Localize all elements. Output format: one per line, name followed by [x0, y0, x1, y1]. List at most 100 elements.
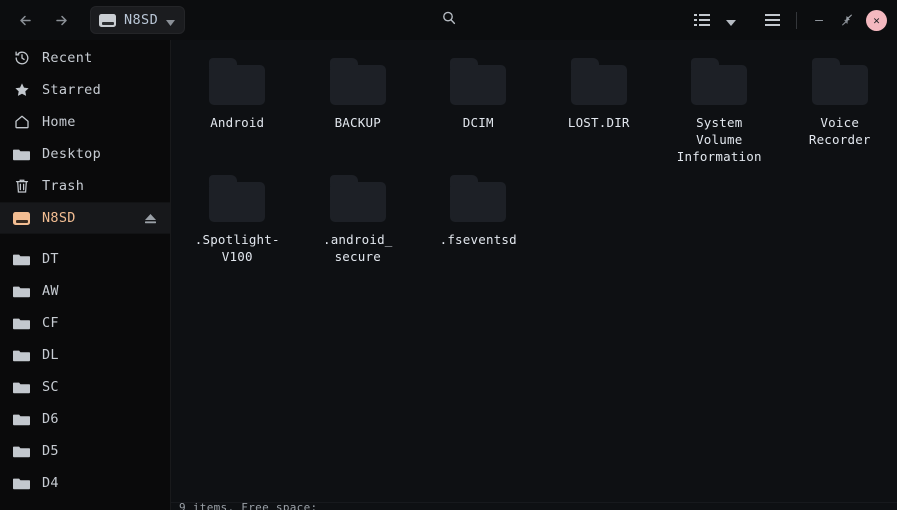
file-item[interactable]: BACKUP	[298, 54, 419, 165]
titlebar: N8SD – ✕	[0, 0, 897, 40]
toolbar-divider	[796, 11, 797, 29]
sidebar-item-d4[interactable]: D4	[0, 467, 170, 499]
sidebar-item-label: SC	[42, 379, 59, 395]
folder-icon	[12, 474, 31, 493]
folder-icon	[691, 58, 748, 105]
sidebar-item-label: Home	[42, 114, 76, 130]
drive-icon	[99, 13, 116, 27]
sidebar: Recent Starred Home Desktop Trash N8SD D…	[0, 40, 171, 510]
sidebar-item-n8sd[interactable]: N8SD	[0, 202, 170, 234]
folder-icon	[209, 175, 266, 222]
minimize-icon: –	[815, 12, 823, 28]
file-label: System Volume Information	[676, 115, 762, 164]
file-label: .Spotlight- V100	[194, 232, 280, 264]
file-label: .android_ secure	[322, 232, 393, 264]
sidebar-item-label: Desktop	[42, 146, 101, 162]
star-icon	[12, 81, 31, 100]
window-controls: – ✕	[687, 5, 889, 35]
list-view-icon	[694, 13, 710, 27]
folder-icon	[329, 175, 386, 222]
sidebar-item-d6[interactable]: D6	[0, 403, 170, 435]
file-item[interactable]: System Volume Information	[659, 54, 780, 165]
sidebar-item-label: D4	[42, 475, 59, 491]
sidebar-item-recent[interactable]: Recent	[0, 42, 170, 74]
file-label: DCIM	[462, 115, 494, 130]
file-item[interactable]: .fseventsd	[418, 171, 539, 265]
file-label: LOST.DIR	[567, 115, 630, 130]
folder-icon	[12, 314, 31, 333]
file-manager-window: N8SD – ✕ Recent Starred Home Desktop Tra…	[0, 0, 897, 510]
file-label: Android	[210, 115, 265, 130]
view-mode-button[interactable]	[687, 5, 717, 35]
folder-icon	[450, 175, 507, 222]
breadcrumb[interactable]: N8SD	[90, 6, 186, 34]
status-bar: 9 items, Free space:	[171, 502, 897, 510]
close-icon: ✕	[873, 13, 880, 27]
home-icon	[12, 113, 31, 132]
sidebar-item-trash[interactable]: Trash	[0, 170, 170, 202]
chevron-down-icon	[166, 11, 176, 30]
folder-icon	[12, 250, 31, 269]
sidebar-item-label: Recent	[42, 50, 93, 66]
sidebar-item-starred[interactable]: Starred	[0, 74, 170, 106]
folder-icon	[12, 346, 31, 365]
drive-icon	[12, 209, 31, 228]
file-item[interactable]: .Spotlight- V100	[177, 171, 298, 265]
sidebar-item-sc[interactable]: SC	[0, 371, 170, 403]
file-grid-area[interactable]: Android BACKUP DCIM LOST.DIR System Volu…	[171, 40, 897, 510]
back-button[interactable]	[8, 5, 42, 35]
eject-icon[interactable]	[143, 212, 158, 225]
file-grid-wrapper: Android BACKUP DCIM LOST.DIR System Volu…	[171, 40, 897, 265]
sidebar-item-label: Starred	[42, 82, 101, 98]
folder-icon	[12, 282, 31, 301]
folder-icon	[12, 410, 31, 429]
search-button[interactable]	[434, 5, 464, 35]
sidebar-item-home[interactable]: Home	[0, 106, 170, 138]
hamburger-menu-icon	[764, 13, 780, 27]
sidebar-item-label: CF	[42, 315, 59, 331]
folder-icon	[12, 442, 31, 461]
file-item[interactable]: .android_ secure	[298, 171, 419, 265]
file-label: Voice Recorder	[808, 115, 871, 147]
file-item[interactable]: LOST.DIR	[539, 54, 660, 165]
folder-icon	[450, 58, 507, 105]
sidebar-divider-gap	[0, 234, 170, 243]
window-body: Recent Starred Home Desktop Trash N8SD D…	[0, 40, 897, 510]
trash-icon	[12, 177, 31, 196]
file-label: .fseventsd	[439, 232, 517, 247]
file-item[interactable]: Voice Recorder	[780, 54, 897, 165]
folder-icon	[209, 58, 266, 105]
file-grid: Android BACKUP DCIM LOST.DIR System Volu…	[177, 40, 897, 265]
sidebar-item-dt[interactable]: DT	[0, 243, 170, 275]
view-options-button[interactable]	[719, 5, 743, 35]
sidebar-item-dl[interactable]: DL	[0, 339, 170, 371]
maximize-icon	[841, 11, 853, 30]
sidebar-item-d5[interactable]: D5	[0, 435, 170, 467]
folder-icon	[329, 58, 386, 105]
sidebar-item-desktop[interactable]: Desktop	[0, 138, 170, 170]
maximize-button[interactable]	[834, 7, 860, 33]
file-item[interactable]: DCIM	[418, 54, 539, 165]
minimize-button[interactable]: –	[806, 7, 832, 33]
sidebar-item-label: D5	[42, 443, 59, 459]
folder-icon	[12, 378, 31, 397]
file-item[interactable]: Android	[177, 54, 298, 165]
folder-icon	[12, 145, 31, 164]
sidebar-item-label: Trash	[42, 178, 85, 194]
folder-icon	[570, 58, 627, 105]
main-menu-button[interactable]	[757, 5, 787, 35]
status-text: 9 items, Free space:	[179, 502, 318, 510]
sidebar-item-label: AW	[42, 283, 59, 299]
arrow-right-icon	[52, 11, 71, 30]
sidebar-item-cf[interactable]: CF	[0, 307, 170, 339]
sidebar-item-label: DT	[42, 251, 59, 267]
breadcrumb-label: N8SD	[124, 12, 159, 28]
sidebar-item-label: N8SD	[42, 210, 76, 226]
sidebar-item-aw[interactable]: AW	[0, 275, 170, 307]
close-button[interactable]: ✕	[866, 9, 887, 31]
arrow-left-icon	[16, 11, 35, 30]
file-label: BACKUP	[334, 115, 381, 130]
folder-icon	[811, 58, 868, 105]
forward-button[interactable]	[44, 5, 78, 35]
sidebar-item-label: DL	[42, 347, 59, 363]
